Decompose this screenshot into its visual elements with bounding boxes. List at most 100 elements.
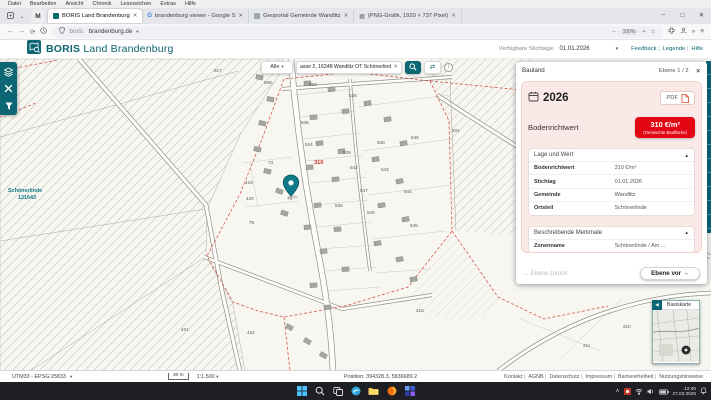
- search-scope-select[interactable]: Alle ▾: [261, 61, 293, 74]
- tab-close-icon[interactable]: ✕: [451, 13, 456, 19]
- pdf-label: PDF: [666, 95, 678, 101]
- zoom-level[interactable]: 100%: [621, 29, 638, 35]
- footer-link[interactable]: Datenschutz: [550, 374, 583, 380]
- tab-close-icon[interactable]: ✕: [239, 13, 244, 19]
- caret-up-icon: ▲: [685, 153, 689, 158]
- task-view-icon[interactable]: [332, 385, 344, 397]
- brw-subtitle: (Gemischte Baufläche): [643, 130, 687, 135]
- battery-icon[interactable]: [659, 382, 669, 400]
- tab-list-chevron-icon[interactable]: ⌄: [16, 13, 28, 20]
- footer-link[interactable]: Impressum: [585, 374, 615, 380]
- panel-row-value: 310 €/m²: [615, 165, 637, 171]
- minimize-button[interactable]: −: [654, 8, 673, 24]
- url-caret-icon[interactable]: ▾: [136, 29, 138, 35]
- clear-search-icon[interactable]: ✕: [393, 64, 398, 70]
- panel-close-icon[interactable]: ✕: [696, 67, 701, 75]
- section-rows: Bodenrichtwert310 €/m²Stichtag01.01.2026…: [529, 162, 694, 215]
- footer-link[interactable]: Barrierefreiheit: [618, 374, 656, 380]
- menu-item[interactable]: Extras: [160, 1, 176, 7]
- app-menu-icon[interactable]: ≡: [700, 28, 704, 35]
- tab-png[interactable]: ▦ (PNG-Grafik, 1920 × 737 Pixel) ✕: [354, 10, 462, 23]
- edge-icon[interactable]: [350, 385, 362, 397]
- route-icon[interactable]: ⇄: [424, 61, 441, 74]
- tab-close-icon[interactable]: ✕: [344, 13, 349, 19]
- firefox-view-icon[interactable]: [4, 12, 16, 21]
- zoom-in-icon[interactable]: +: [642, 29, 645, 35]
- panel-data-row: Bodenrichtwert310 €/m²: [529, 162, 694, 175]
- tray-app-icon[interactable]: [624, 388, 631, 395]
- pdf-button[interactable]: PDF: [660, 91, 695, 105]
- caret-down-icon: ▾: [616, 46, 619, 52]
- close-button[interactable]: ✕: [692, 8, 711, 24]
- account-icon[interactable]: [680, 27, 687, 36]
- taskbar-clock[interactable]: 12:40 27.03.2025: [673, 386, 696, 397]
- footer-link[interactable]: Kontakt: [504, 374, 525, 380]
- network-icon[interactable]: [635, 382, 643, 400]
- menu-item[interactable]: Hilfe: [185, 1, 196, 7]
- parcel-number: 421: [181, 327, 189, 332]
- tab-close-icon[interactable]: ✕: [133, 13, 138, 19]
- header-link[interactable]: Feedback: [631, 46, 660, 52]
- overflow-icon[interactable]: »: [692, 28, 696, 35]
- layers-icon[interactable]: [0, 64, 17, 79]
- file-explorer-icon[interactable]: [368, 385, 380, 397]
- panel-footer: ← Ebene zurück Ebene vor →: [523, 266, 700, 281]
- extensions-icon[interactable]: [668, 27, 675, 36]
- parcel-number: 544: [404, 189, 412, 194]
- tray-overflow-icon[interactable]: ∧: [616, 388, 620, 394]
- url-field[interactable]: boris. brandenburg.de ▾ − 100% + ☆: [52, 26, 662, 38]
- tab-google[interactable]: G brandenburg viewer - Google S ✕: [142, 10, 249, 23]
- info-icon[interactable]: i: [444, 63, 453, 72]
- search-button[interactable]: [405, 61, 421, 74]
- footer-link[interactable]: AGNB: [528, 374, 546, 380]
- level-next-button[interactable]: Ebene vor →: [640, 267, 700, 280]
- app-icon-blue[interactable]: [404, 385, 416, 397]
- notifications-icon[interactable]: [700, 382, 707, 400]
- reload-icon[interactable]: ⟳: [30, 28, 35, 36]
- scale-select[interactable]: 1:1.500 ▾: [197, 374, 219, 380]
- menu-item[interactable]: Chronik: [93, 1, 112, 7]
- menu-item[interactable]: Datei: [8, 1, 21, 7]
- back-icon[interactable]: ←: [7, 28, 14, 35]
- shield-icon[interactable]: [59, 27, 65, 36]
- section-header[interactable]: Beschreibende Merkmale ▲: [529, 227, 694, 240]
- stichtag-select[interactable]: 01.01.2026 ▾: [560, 46, 619, 52]
- volume-icon[interactable]: [647, 382, 655, 400]
- firefox-icon[interactable]: [386, 385, 398, 397]
- overview-minimap[interactable]: ◀ Basiskarte: [652, 300, 700, 364]
- minimap-collapse-icon[interactable]: ◀: [652, 300, 662, 310]
- maximize-button[interactable]: □: [673, 8, 692, 24]
- panel-header: Bauland Ebene 1 / 2 ✕: [516, 62, 707, 79]
- section-header[interactable]: Lage und Wert ▲: [529, 149, 694, 162]
- parcel-number: 542: [350, 165, 358, 170]
- tools-icon[interactable]: [0, 81, 17, 96]
- zoom-out-icon[interactable]: −: [612, 29, 615, 35]
- menu-item[interactable]: Lesezeichen: [120, 1, 151, 7]
- window-controls: − □ ✕: [654, 8, 711, 24]
- crs-select[interactable]: UTM33 - EPSG:25833 ▾: [12, 374, 72, 380]
- tab-boris[interactable]: BORIS Land Brandenburg ✕: [48, 9, 142, 23]
- bookmark-icon[interactable]: ☆: [651, 29, 656, 35]
- filter-icon[interactable]: [0, 98, 17, 113]
- panel-data-row: GemeindeWandlitz: [529, 189, 694, 202]
- start-button[interactable]: [296, 385, 308, 397]
- header-links: FeedbackLegendeHilfe: [631, 46, 703, 52]
- brw-value-badge[interactable]: 310 €/m² (Gemischte Baufläche): [635, 117, 695, 138]
- pinned-tab[interactable]: M: [31, 10, 45, 23]
- footer-link[interactable]: Nutzungshinweise: [659, 374, 703, 380]
- zone-value: 310: [314, 160, 323, 166]
- tab-geoportal[interactable]: Geoportal Gemeinde Wandlitz ✕: [249, 10, 354, 23]
- search-input[interactable]: [300, 64, 391, 70]
- history-icon[interactable]: [40, 27, 47, 36]
- forward-icon[interactable]: →: [19, 28, 26, 35]
- taskbar-search-icon[interactable]: [314, 385, 326, 397]
- year-row: 2026 PDF: [528, 89, 695, 107]
- panel-category: Bauland: [522, 67, 545, 74]
- parcel-number: 75: [249, 220, 255, 225]
- level-back-button[interactable]: ← Ebene zurück: [523, 271, 567, 277]
- panel-row-label: Stichtag: [534, 179, 615, 185]
- menu-item[interactable]: Bearbeiten: [30, 1, 57, 7]
- menu-item[interactable]: Ansicht: [65, 1, 83, 7]
- header-link[interactable]: Legende: [663, 46, 689, 52]
- header-link[interactable]: Hilfe: [691, 46, 703, 52]
